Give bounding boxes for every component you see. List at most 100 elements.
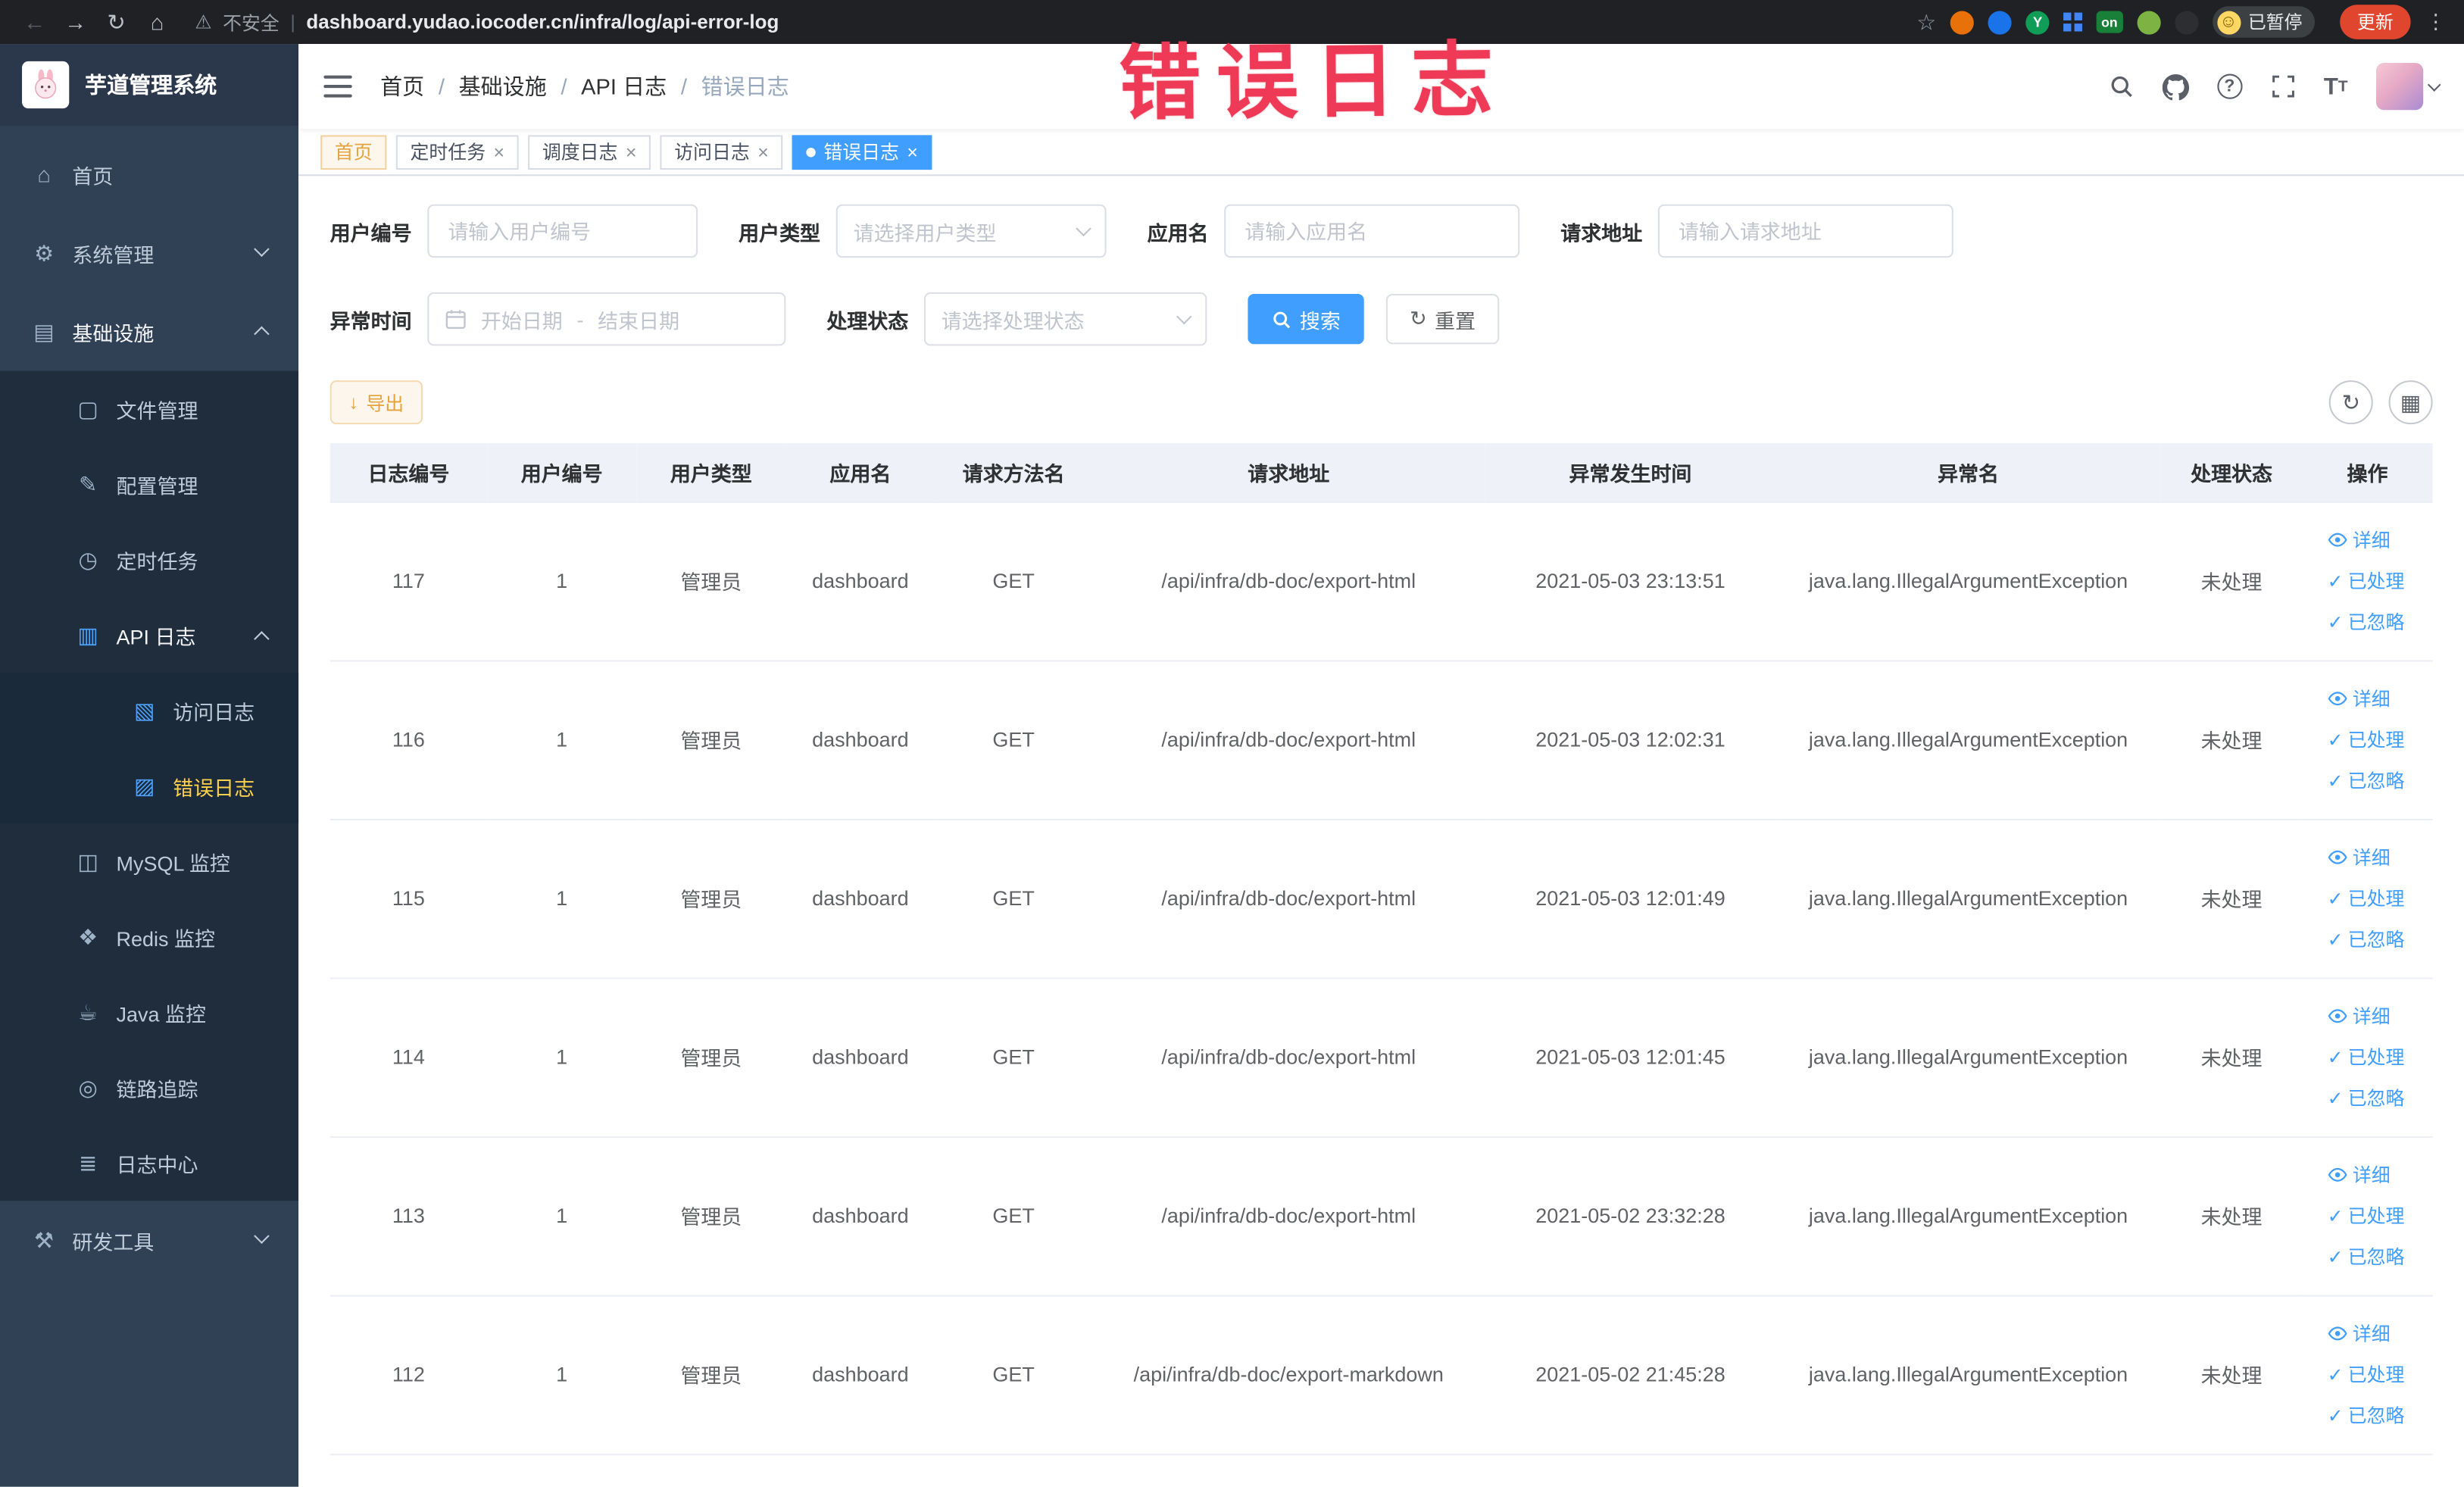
status-select[interactable]: 请选择处理状态 xyxy=(923,292,1207,346)
detail-link[interactable]: 详细 xyxy=(2328,995,2391,1036)
sidebar-item-home[interactable]: ⌂ 首页 xyxy=(0,135,298,214)
process-link[interactable]: ✓ 已处理 xyxy=(2328,719,2405,760)
sidebar-item-config[interactable]: ✎ 配置管理 xyxy=(0,446,298,522)
request-url-input[interactable] xyxy=(1657,204,1953,258)
column-settings-button[interactable]: ▦ xyxy=(2388,380,2433,425)
sidebar-item-error-log[interactable]: ▨ 错误日志 xyxy=(0,748,299,824)
home-icon[interactable]: ⌂ xyxy=(139,3,176,41)
tab-job-log[interactable]: 调度日志 × xyxy=(528,134,651,170)
browser-menu-icon[interactable]: ⋮ xyxy=(2423,9,2448,34)
process-link[interactable]: ✓ 已处理 xyxy=(2328,1354,2405,1395)
sidebar-item-infra[interactable]: ▤ 基础设施 xyxy=(0,292,298,371)
tab-home[interactable]: 首页 xyxy=(320,134,387,170)
detail-link[interactable]: 详细 xyxy=(2328,678,2391,719)
app-logo[interactable]: 芋道管理系统 xyxy=(0,44,299,126)
close-icon[interactable]: × xyxy=(626,142,637,161)
sidebar-item-system[interactable]: ⚙ 系统管理 xyxy=(0,214,298,292)
sidebar-item-dev-tools[interactable]: ⚒ 研发工具 xyxy=(0,1201,298,1279)
sidebar-item-label: 基础设施 xyxy=(72,321,155,345)
cell-app: dashboard xyxy=(785,501,935,661)
extension-on-icon[interactable]: on xyxy=(2096,11,2122,33)
select-placeholder: 请选择处理状态 xyxy=(941,308,1085,333)
forward-icon[interactable]: → xyxy=(57,3,95,41)
process-link[interactable]: ✓ 已处理 xyxy=(2328,561,2405,601)
sidebar-item-file[interactable]: ▢ 文件管理 xyxy=(0,371,298,447)
chevron-down-icon xyxy=(254,241,270,258)
eye-icon xyxy=(2328,1167,2347,1182)
app-name-input[interactable] xyxy=(1224,204,1520,258)
fullscreen-icon[interactable] xyxy=(2270,74,2295,99)
tab-error-log[interactable]: 错误日志 × xyxy=(792,134,932,170)
sidebar-item-trace[interactable]: ◎ 链路追踪 xyxy=(0,1050,298,1126)
reset-button[interactable]: ↻ 重置 xyxy=(1385,293,1500,345)
address-bar[interactable]: ⚠ 不安全 | dashboard.yudao.iocoder.cn/infra… xyxy=(195,8,1897,35)
extension-icon[interactable] xyxy=(2136,10,2160,34)
breadcrumb-item[interactable]: 基础设施 xyxy=(459,70,547,102)
ignore-link[interactable]: ✓ 已忽略 xyxy=(2328,1395,2405,1435)
date-range-picker[interactable]: 开始日期 - 结束日期 xyxy=(427,292,786,346)
sidebar-item-log-center[interactable]: ≣ 日志中心 xyxy=(0,1125,298,1201)
breadcrumb-item[interactable]: 首页 xyxy=(380,70,424,102)
sidebar-item-access-log[interactable]: ▧ 访问日志 xyxy=(0,672,299,748)
tab-access-log[interactable]: 访问日志 × xyxy=(660,134,783,170)
dev-tools-icon: ⚒ xyxy=(34,1226,55,1252)
close-icon[interactable]: × xyxy=(907,142,918,161)
search-button[interactable]: 搜索 xyxy=(1248,293,1364,345)
extension-icon[interactable] xyxy=(1988,10,2012,34)
chrome-update-button[interactable]: 更新 xyxy=(2340,5,2411,39)
sidebar-item-mysql[interactable]: ◫ MySQL 监控 xyxy=(0,823,298,899)
cell-app: dashboard xyxy=(785,1295,935,1455)
process-link[interactable]: ✓ 已处理 xyxy=(2328,1036,2405,1077)
close-icon[interactable]: × xyxy=(494,142,505,161)
table-toolbar: ↓ 导出 ↻ ▦ xyxy=(329,380,2433,425)
sidebar-item-redis[interactable]: ❖ Redis 监控 xyxy=(0,899,298,975)
column-header: 异常发生时间 xyxy=(1485,443,1776,502)
user-id-input[interactable] xyxy=(427,204,698,258)
ignore-link[interactable]: ✓ 已忽略 xyxy=(2328,1077,2405,1118)
check-icon: ✓ xyxy=(2327,728,2344,751)
cell-actions: 详细 ✓ 已处理 ✓ 已忽略 xyxy=(2302,1136,2433,1296)
font-size-icon[interactable]: TT xyxy=(2324,73,2348,99)
detail-link[interactable]: 详细 xyxy=(2328,520,2391,561)
extension-grid-icon[interactable] xyxy=(2063,12,2072,20)
close-icon[interactable]: × xyxy=(757,142,769,161)
reload-icon[interactable]: ↻ xyxy=(98,3,136,41)
process-link[interactable]: ✓ 已处理 xyxy=(2328,878,2405,919)
page-url[interactable]: dashboard.yudao.iocoder.cn/infra/log/api… xyxy=(306,11,779,33)
navbar: 首页 / 基础设施 / API 日志 / 错误日志 ? T T xyxy=(298,44,2464,130)
export-button[interactable]: ↓ 导出 xyxy=(329,380,423,425)
github-icon[interactable] xyxy=(2162,73,2189,100)
breadcrumb-item[interactable]: API 日志 xyxy=(581,70,667,102)
back-icon[interactable]: ← xyxy=(16,3,54,41)
filter-user-id: 用户编号 xyxy=(330,204,698,258)
sidebar-item-api-log[interactable]: ▥ API 日志 xyxy=(0,597,298,673)
tab-cron[interactable]: 定时任务 × xyxy=(395,134,519,170)
refresh-button[interactable]: ↻ xyxy=(2328,380,2373,425)
bookmark-star-icon[interactable]: ☆ xyxy=(1916,8,1936,35)
detail-link[interactable]: 详细 xyxy=(2328,837,2391,878)
detail-link[interactable]: 详细 xyxy=(2328,1154,2391,1195)
sidebar-item-java[interactable]: ☕ Java 监控 xyxy=(0,974,298,1050)
filter-user-type: 用户类型 请选择用户类型 xyxy=(739,204,1107,258)
hamburger-icon[interactable] xyxy=(323,75,352,98)
ignore-link[interactable]: ✓ 已忽略 xyxy=(2328,760,2405,801)
ignore-label: 已忽略 xyxy=(2347,1245,2405,1268)
user-type-select[interactable]: 请选择用户类型 xyxy=(835,204,1107,258)
extension-icon[interactable]: Y xyxy=(2025,10,2050,34)
user-avatar[interactable] xyxy=(2375,62,2441,111)
help-icon[interactable]: ? xyxy=(2216,73,2243,99)
search-icon[interactable] xyxy=(2109,74,2134,99)
sidebar-menu: ⌂ 首页 ⚙ 系统管理 ▤ 基础设施 ▢ 文件管理 ✎ 配置管理 ◷ 定时任务 … xyxy=(0,126,299,1279)
sidebar-item-cron[interactable]: ◷ 定时任务 xyxy=(0,522,298,598)
ignore-link[interactable]: ✓ 已忽略 xyxy=(2328,919,2405,960)
detail-link[interactable]: 详细 xyxy=(2328,1313,2391,1354)
cell-status: 未处理 xyxy=(2160,818,2303,979)
profile-chip[interactable]: ☺ 已暂停 xyxy=(2212,6,2316,38)
process-link[interactable]: ✓ 已处理 xyxy=(2328,1195,2405,1236)
extension-icon[interactable] xyxy=(2174,10,2198,34)
extension-icon[interactable] xyxy=(1950,10,1975,34)
ignore-link[interactable]: ✓ 已忽略 xyxy=(2328,601,2405,642)
filter-status: 处理状态 请选择处理状态 xyxy=(826,292,1207,346)
ignore-link[interactable]: ✓ 已忽略 xyxy=(2328,1236,2405,1277)
column-header: 用户类型 xyxy=(636,443,786,502)
